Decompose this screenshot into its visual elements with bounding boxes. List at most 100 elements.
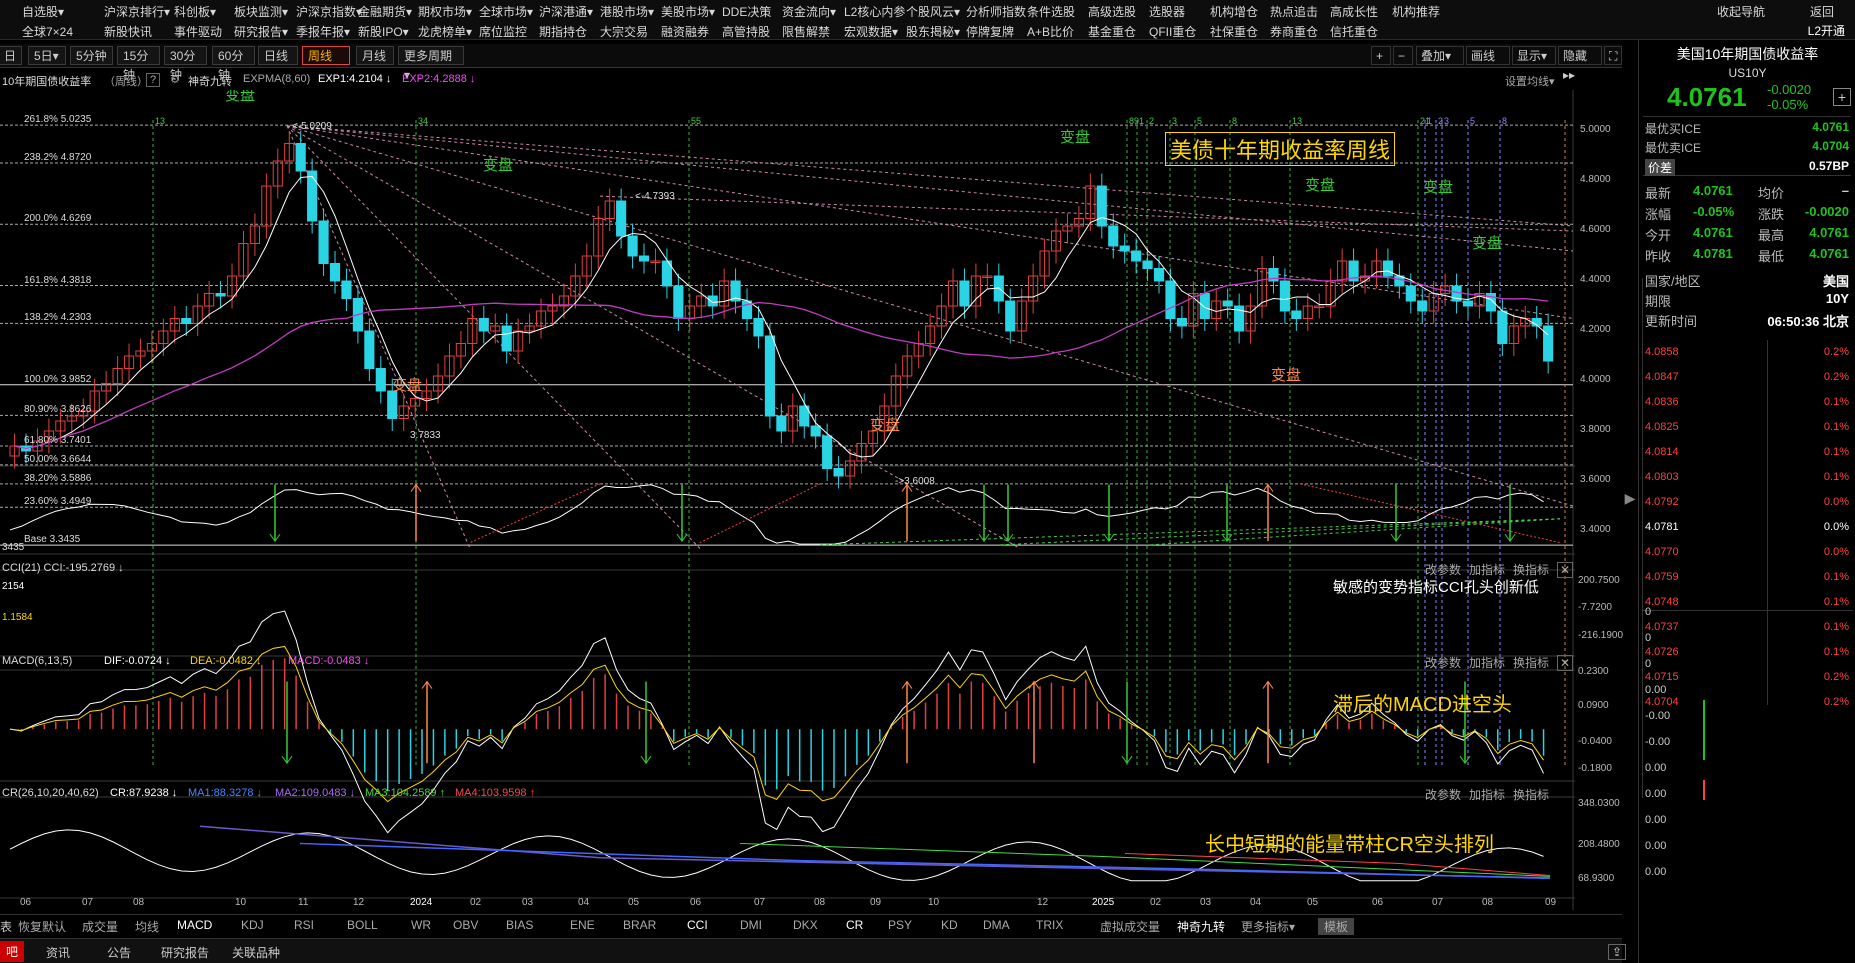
menu-item[interactable]: 美股市场▾ bbox=[661, 3, 715, 20]
cci-add-button[interactable]: 加指标 bbox=[1469, 563, 1505, 577]
news-tab[interactable]: 资讯 bbox=[46, 944, 70, 961]
indicator-tab[interactable]: MACD bbox=[177, 918, 212, 932]
menu-item[interactable]: 新股快讯 bbox=[104, 23, 152, 40]
chart-tool-button[interactable]: − bbox=[1393, 46, 1413, 65]
menu-item[interactable]: 新股IPO▾ bbox=[358, 23, 409, 40]
menu-item[interactable]: 期指持仓 bbox=[539, 23, 587, 40]
menu-item[interactable]: 自选股▾ bbox=[22, 3, 64, 20]
period-button[interactable]: 更多周期▾ bbox=[398, 46, 464, 82]
menu-item[interactable]: 全球7×24 bbox=[22, 23, 73, 40]
menu-item[interactable]: 研究报告▾ bbox=[234, 23, 288, 40]
indicator-tab[interactable]: TRIX bbox=[1036, 918, 1063, 932]
period-button[interactable]: 30分钟 bbox=[164, 46, 207, 82]
menu-item[interactable]: 板块监测▾ bbox=[234, 3, 288, 20]
indicator-name[interactable]: 神奇九转 bbox=[188, 73, 232, 89]
panel-collapse-handle[interactable]: ▶ bbox=[1624, 490, 1636, 520]
indicator-tab[interactable]: 神奇九转 bbox=[1177, 918, 1225, 935]
menu-item[interactable]: 信托重仓 bbox=[1330, 23, 1378, 40]
period-button[interactable]: 月线 bbox=[356, 46, 394, 65]
menu-item[interactable]: 分析师指数 bbox=[966, 3, 1026, 20]
menu-item[interactable]: 股东揭秘▾ bbox=[906, 23, 960, 40]
indicator-tab[interactable]: 更多指标▾ bbox=[1241, 918, 1295, 935]
menu-item[interactable]: 金融期货▾ bbox=[358, 3, 412, 20]
menu-item[interactable]: 港股市场▾ bbox=[600, 3, 654, 20]
indicator-tab[interactable]: 恢复默认 bbox=[18, 918, 66, 935]
menu-item[interactable]: 席位监控 bbox=[479, 23, 527, 40]
menu-item[interactable]: 沪深京排行▾ bbox=[104, 3, 170, 20]
l2-open-link[interactable]: L2开通 bbox=[1808, 22, 1845, 39]
macd-switch-button[interactable]: 换指标 bbox=[1513, 656, 1549, 670]
menu-item[interactable]: 融资融券 bbox=[661, 23, 709, 40]
indicator-tab[interactable]: CR bbox=[846, 918, 863, 932]
export-icon[interactable]: ⇪ bbox=[1608, 944, 1627, 960]
menu-item[interactable]: QFII重仓 bbox=[1149, 23, 1196, 40]
indicator-tab[interactable]: 模板 bbox=[1318, 918, 1355, 935]
close-icon[interactable]: ✕ bbox=[1557, 562, 1574, 578]
indicator-tab[interactable]: KDJ bbox=[241, 918, 264, 932]
cr-switch-button[interactable]: 换指标 bbox=[1513, 788, 1549, 802]
menu-item[interactable]: 机构推荐 bbox=[1392, 3, 1440, 20]
period-button[interactable]: 日线 bbox=[258, 46, 298, 65]
indicator-tab[interactable]: WR bbox=[411, 918, 431, 932]
cci-param-button[interactable]: 改参数 bbox=[1425, 563, 1461, 577]
indicator-tab[interactable]: 成交量 bbox=[82, 918, 118, 935]
period-button[interactable]: 日 bbox=[0, 46, 22, 65]
set-ma-button[interactable]: 设置均线▾ bbox=[1505, 73, 1555, 89]
period-button[interactable]: 15分钟 bbox=[117, 46, 160, 82]
add-watchlist-icon[interactable]: + bbox=[1833, 88, 1851, 106]
menu-item[interactable]: 季报年报▾ bbox=[296, 23, 350, 40]
menu-item[interactable]: 宏观数据▾ bbox=[844, 23, 898, 40]
indicator-tab[interactable]: RSI bbox=[294, 918, 314, 932]
menu-item[interactable]: DDE决策 bbox=[722, 3, 771, 20]
cr-add-button[interactable]: 加指标 bbox=[1469, 788, 1505, 802]
announce-tab[interactable]: 公告 bbox=[107, 944, 131, 961]
gear-icon[interactable]: ⚙ bbox=[170, 73, 180, 86]
menu-item[interactable]: 条件选股 bbox=[1027, 3, 1075, 20]
forum-tab[interactable]: 吧 bbox=[0, 941, 25, 962]
menu-item[interactable]: A+B比价 bbox=[1027, 23, 1074, 40]
chart-tool-button[interactable]: 隐藏▸▸ bbox=[1558, 46, 1602, 82]
indicator-tab[interactable]: PSY bbox=[888, 918, 912, 932]
chart-tool-button[interactable]: 叠加▾ bbox=[1416, 46, 1464, 65]
menu-item[interactable]: 高级选股 bbox=[1088, 3, 1136, 20]
indicator-tab[interactable]: BRAR bbox=[623, 918, 656, 932]
menu-item[interactable]: 科创板▾ bbox=[174, 3, 216, 20]
indicator-tab[interactable]: DMA bbox=[983, 918, 1010, 932]
menu-item[interactable]: 社保重仓 bbox=[1210, 23, 1258, 40]
cci-switch-button[interactable]: 换指标 bbox=[1513, 563, 1549, 577]
menu-item[interactable]: 大宗交易 bbox=[600, 23, 648, 40]
help-icon[interactable]: ? bbox=[146, 73, 161, 87]
menu-item[interactable]: 高成长性 bbox=[1330, 3, 1378, 20]
macd-add-button[interactable]: 加指标 bbox=[1469, 656, 1505, 670]
indicator-tab[interactable]: DMI bbox=[740, 918, 762, 932]
indicator-tab[interactable]: 均线 bbox=[135, 918, 159, 935]
cr-param-button[interactable]: 改参数 bbox=[1425, 788, 1461, 802]
menu-item[interactable]: 沪深京指数▾ bbox=[296, 3, 362, 20]
indicator-tab[interactable]: ENE bbox=[570, 918, 595, 932]
period-button[interactable]: 周线 bbox=[302, 46, 350, 65]
collapse-nav-button[interactable]: 收起导航 bbox=[1717, 3, 1765, 20]
macd-param-button[interactable]: 改参数 bbox=[1425, 656, 1461, 670]
menu-item[interactable]: 热点追击 bbox=[1270, 3, 1318, 20]
related-tab[interactable]: 关联品种 bbox=[232, 944, 280, 961]
menu-item[interactable]: 沪深港通▾ bbox=[539, 3, 593, 20]
menu-item[interactable]: 选股器 bbox=[1149, 3, 1185, 20]
period-button[interactable]: 5分钟 bbox=[70, 46, 113, 65]
menu-item[interactable]: 全球市场▾ bbox=[479, 3, 533, 20]
menu-item[interactable]: 个股风云▾ bbox=[906, 3, 960, 20]
indicator-tab[interactable]: KD bbox=[941, 918, 958, 932]
indicator-tab[interactable]: CCI bbox=[687, 918, 708, 932]
indicator-tab[interactable]: OBV bbox=[453, 918, 478, 932]
menu-item[interactable]: 期权市场▾ bbox=[418, 3, 472, 20]
chart-tool-button[interactable]: 画线 bbox=[1466, 46, 1510, 65]
menu-item[interactable]: 限售解禁 bbox=[782, 23, 830, 40]
menu-item[interactable]: 券商重仓 bbox=[1270, 23, 1318, 40]
fullscreen-icon[interactable]: ⛶ bbox=[1604, 46, 1622, 65]
indicator-tab[interactable]: BOLL bbox=[347, 918, 378, 932]
period-button[interactable]: 5日▾ bbox=[28, 46, 66, 65]
menu-item[interactable]: L2核心内参 bbox=[844, 3, 905, 20]
chart-tool-button[interactable]: + bbox=[1371, 46, 1391, 65]
indicator-tab[interactable]: 虚拟成交量 bbox=[1100, 918, 1160, 935]
close-icon[interactable]: ✕ bbox=[1557, 655, 1574, 671]
menu-item[interactable]: 基金重仓 bbox=[1088, 23, 1136, 40]
